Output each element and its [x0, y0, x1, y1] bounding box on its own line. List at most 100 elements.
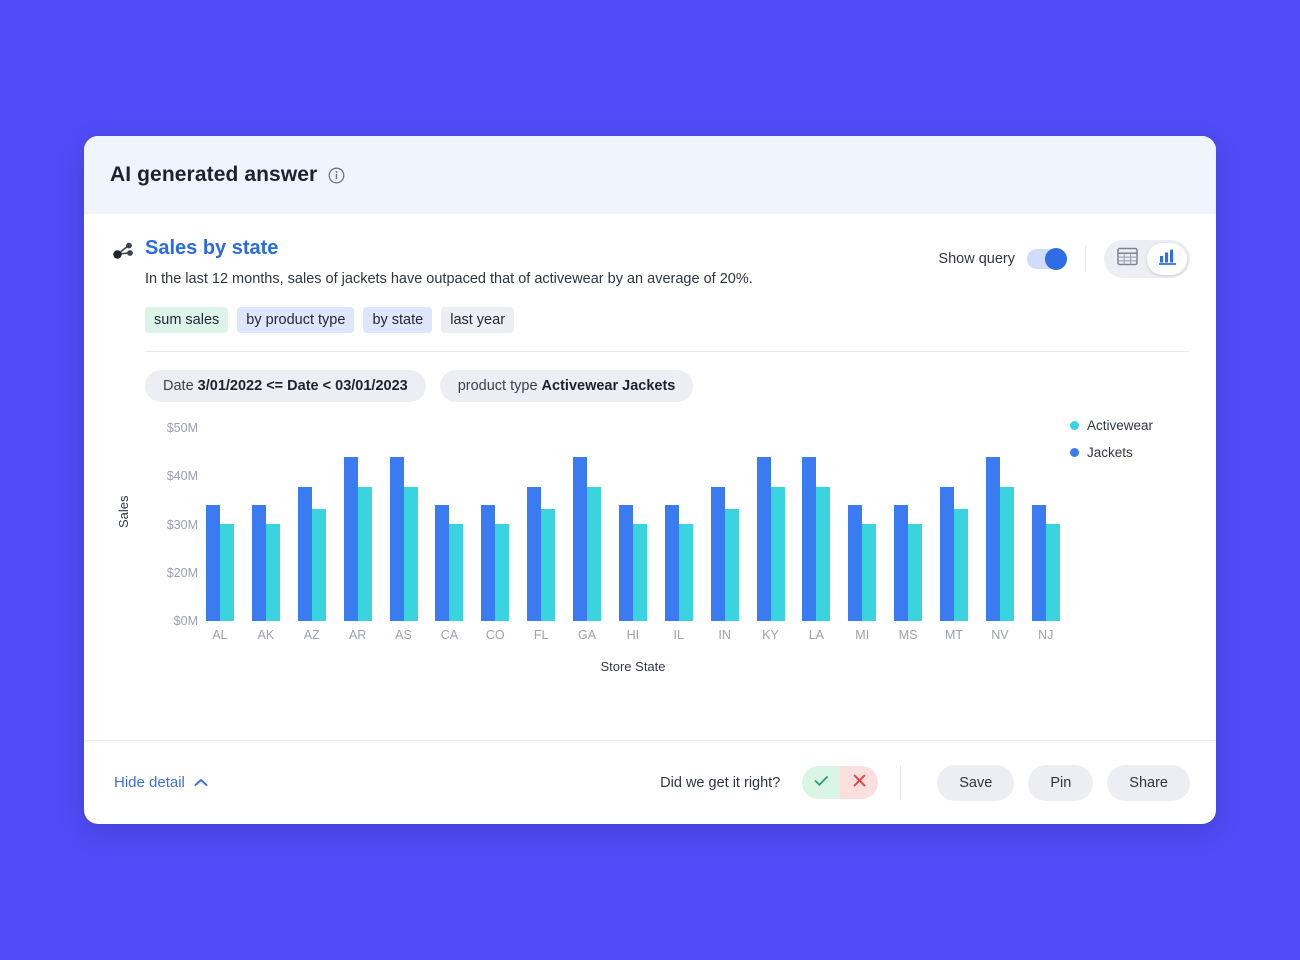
bar-group[interactable]: [343, 457, 372, 621]
query-chip-by-product-type[interactable]: by product type: [237, 307, 355, 333]
filter-pills: Date 3/01/2022 <= Date < 03/01/2023 prod…: [145, 370, 1190, 402]
bar-activewear[interactable]: [770, 486, 785, 621]
x-axis-tick-label: AS: [395, 628, 412, 642]
bar-jackets[interactable]: [1031, 505, 1046, 621]
chevron-up-icon: [194, 774, 208, 791]
answer-heading-block: Sales by state In the last 12 months, sa…: [110, 236, 753, 289]
bar-jackets[interactable]: [297, 486, 312, 621]
check-icon: [814, 774, 829, 792]
bar-group[interactable]: [802, 457, 831, 621]
bar-group[interactable]: [756, 457, 785, 621]
query-chip-last-year[interactable]: last year: [441, 307, 515, 333]
y-axis-tick-label: $50M: [166, 421, 198, 435]
bar-activewear[interactable]: [265, 524, 280, 621]
x-axis-tick-label: MS: [898, 628, 918, 642]
bar-activewear[interactable]: [449, 524, 464, 621]
bar-activewear[interactable]: [495, 524, 510, 621]
query-chip-by-state[interactable]: by state: [363, 307, 433, 333]
bar-group[interactable]: [527, 486, 556, 621]
answer-title[interactable]: Sales by state: [145, 236, 753, 260]
table-view-button[interactable]: [1107, 243, 1147, 275]
bar-activewear[interactable]: [587, 486, 601, 621]
bar-jackets[interactable]: [251, 505, 266, 621]
bar-group[interactable]: [1031, 505, 1060, 621]
legend-item[interactable]: Jackets: [1070, 445, 1190, 460]
bar-activewear[interactable]: [357, 486, 372, 621]
share-button[interactable]: Share: [1107, 764, 1190, 801]
bar-jackets[interactable]: [985, 457, 1000, 621]
card-body: Sales by state In the last 12 months, sa…: [84, 214, 1216, 740]
toggle-knob: [1045, 248, 1067, 270]
legend-item[interactable]: Activewear: [1070, 418, 1190, 433]
bar-group[interactable]: [848, 505, 877, 621]
feedback-negative-button[interactable]: [840, 766, 879, 799]
bar-jackets[interactable]: [618, 505, 633, 621]
bar-jackets[interactable]: [206, 505, 220, 621]
y-axis-ticks: $50M $40M $30M $20M $0M: [140, 416, 198, 628]
y-axis-title: Sales: [116, 495, 131, 528]
bar-jackets[interactable]: [664, 505, 679, 621]
bar-jackets[interactable]: [527, 486, 542, 621]
footer-actions: Did we get it right? Save Pin Share: [660, 764, 1190, 801]
save-button[interactable]: Save: [937, 764, 1015, 801]
bar-activewear[interactable]: [541, 509, 556, 621]
bar-jackets[interactable]: [710, 486, 725, 621]
feedback-question: Did we get it right?: [660, 774, 781, 791]
show-query-toggle[interactable]: [1027, 248, 1067, 270]
close-icon: [853, 774, 866, 792]
bar-group[interactable]: [710, 486, 739, 621]
filter-pill-product-type[interactable]: product type Activewear Jackets: [439, 370, 694, 402]
pin-button[interactable]: Pin: [1028, 764, 1094, 801]
answer-subtitle: In the last 12 months, sales of jackets …: [145, 271, 753, 287]
bar-group[interactable]: [206, 505, 234, 621]
hide-detail-label: Hide detail: [114, 774, 185, 791]
bar-jackets[interactable]: [756, 457, 771, 621]
bar-group[interactable]: [573, 457, 601, 621]
filter-pill-date-value: 3/01/2022 <= Date < 03/01/2023: [197, 378, 408, 394]
bar-group[interactable]: [894, 505, 923, 621]
filter-pill-product-type-value: Activewear Jackets: [541, 378, 676, 394]
bar-jackets[interactable]: [435, 505, 450, 621]
bar-jackets[interactable]: [481, 505, 496, 621]
bar-activewear[interactable]: [862, 524, 877, 621]
bar-jackets[interactable]: [802, 457, 817, 621]
bar-activewear[interactable]: [403, 486, 418, 621]
x-axis-tick-label: KY: [762, 628, 779, 642]
bar-activewear[interactable]: [724, 509, 739, 621]
bar-activewear[interactable]: [954, 509, 968, 621]
bar-group[interactable]: [251, 505, 280, 621]
bar-group[interactable]: [985, 457, 1014, 621]
bar-group[interactable]: [940, 486, 968, 621]
bar-jackets[interactable]: [343, 457, 358, 621]
filter-pill-date[interactable]: Date 3/01/2022 <= Date < 03/01/2023: [145, 370, 426, 402]
bar-activewear[interactable]: [632, 524, 647, 621]
x-axis-tick-label: CO: [485, 628, 505, 642]
hide-detail-button[interactable]: Hide detail: [110, 774, 208, 791]
x-axis-tick-label: AR: [348, 628, 367, 642]
bar-activewear[interactable]: [678, 524, 693, 621]
filter-pill-product-type-prefix: product type: [457, 378, 538, 394]
bar-activewear[interactable]: [908, 524, 923, 621]
bar-activewear[interactable]: [220, 524, 234, 621]
bar-jackets[interactable]: [940, 486, 954, 621]
bar-activewear[interactable]: [1045, 524, 1060, 621]
bar-group[interactable]: [618, 505, 647, 621]
bar-activewear[interactable]: [816, 486, 831, 621]
bar-group[interactable]: [389, 457, 418, 621]
query-chip-sum-sales[interactable]: sum sales: [145, 307, 229, 333]
legend-label: Jackets: [1087, 445, 1133, 460]
bar-jackets[interactable]: [848, 505, 863, 621]
x-axis-title: Store State: [600, 659, 666, 674]
chart-view-button[interactable]: [1147, 243, 1187, 275]
bar-activewear[interactable]: [999, 486, 1014, 621]
bar-group[interactable]: [435, 505, 464, 621]
bar-jackets[interactable]: [573, 457, 587, 621]
bar-group[interactable]: [664, 505, 693, 621]
bar-jackets[interactable]: [894, 505, 909, 621]
bar-group[interactable]: [297, 486, 326, 621]
feedback-positive-button[interactable]: [802, 766, 841, 799]
bar-activewear[interactable]: [311, 509, 326, 621]
bar-jackets[interactable]: [389, 457, 404, 621]
info-circle-icon[interactable]: [328, 167, 345, 184]
bar-group[interactable]: [481, 505, 510, 621]
